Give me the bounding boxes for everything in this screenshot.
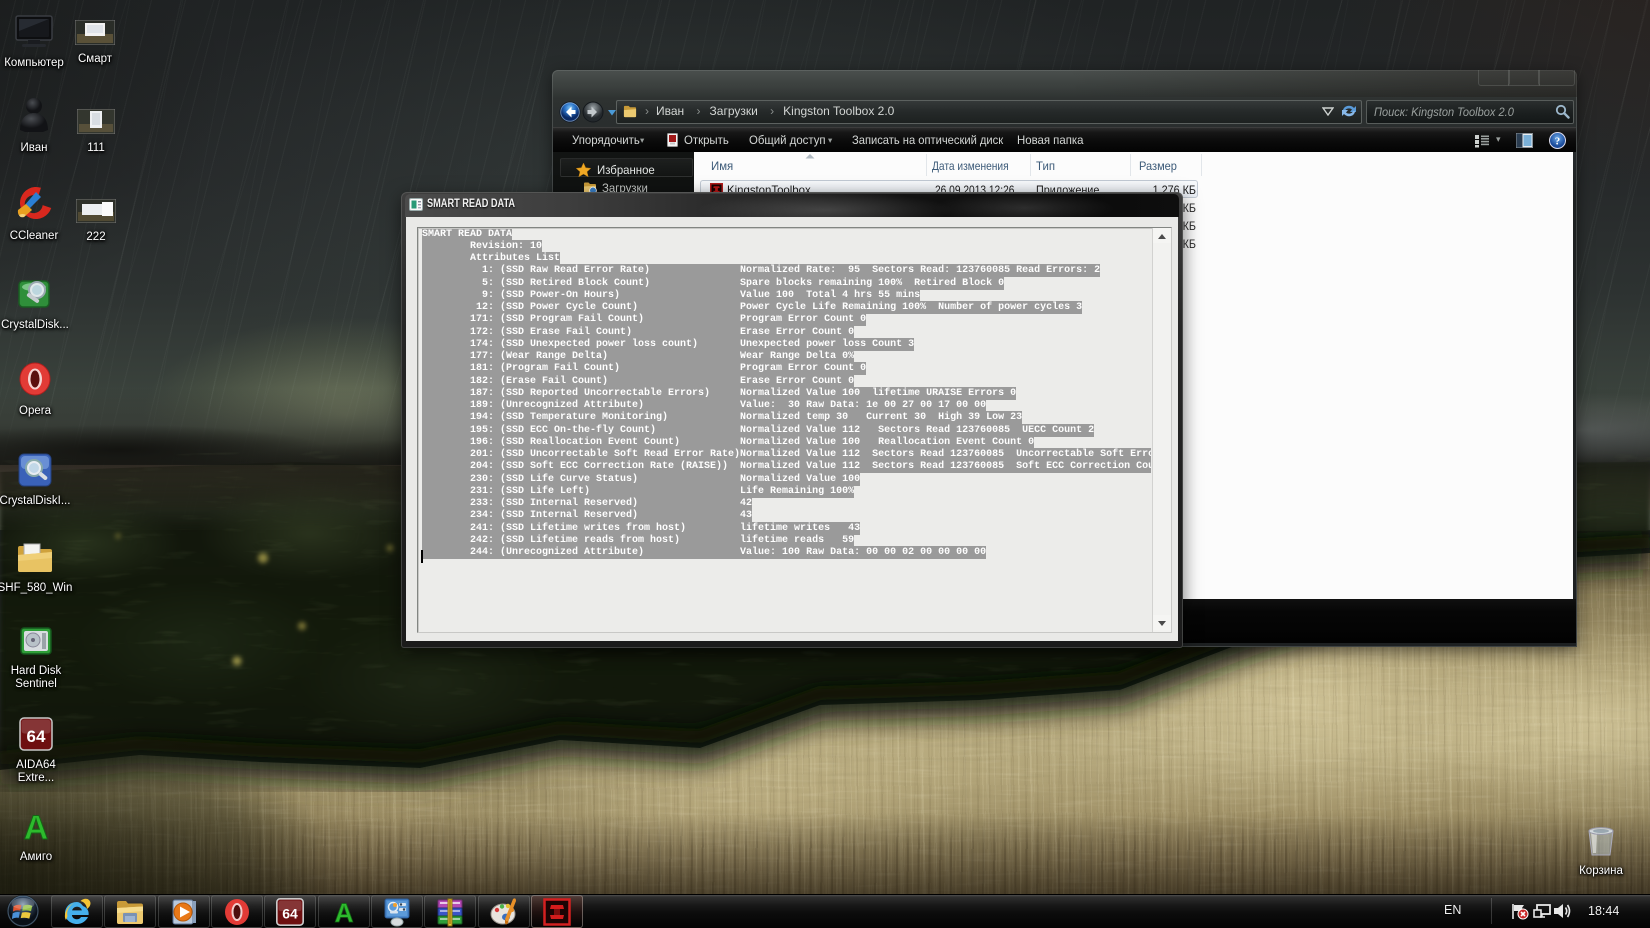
svg-text:A: A	[24, 809, 49, 843]
svg-text:64: 64	[282, 905, 298, 921]
svg-text:64: 64	[27, 727, 46, 746]
svg-text:?: ?	[1555, 136, 1561, 148]
svg-text:A: A	[334, 898, 353, 926]
